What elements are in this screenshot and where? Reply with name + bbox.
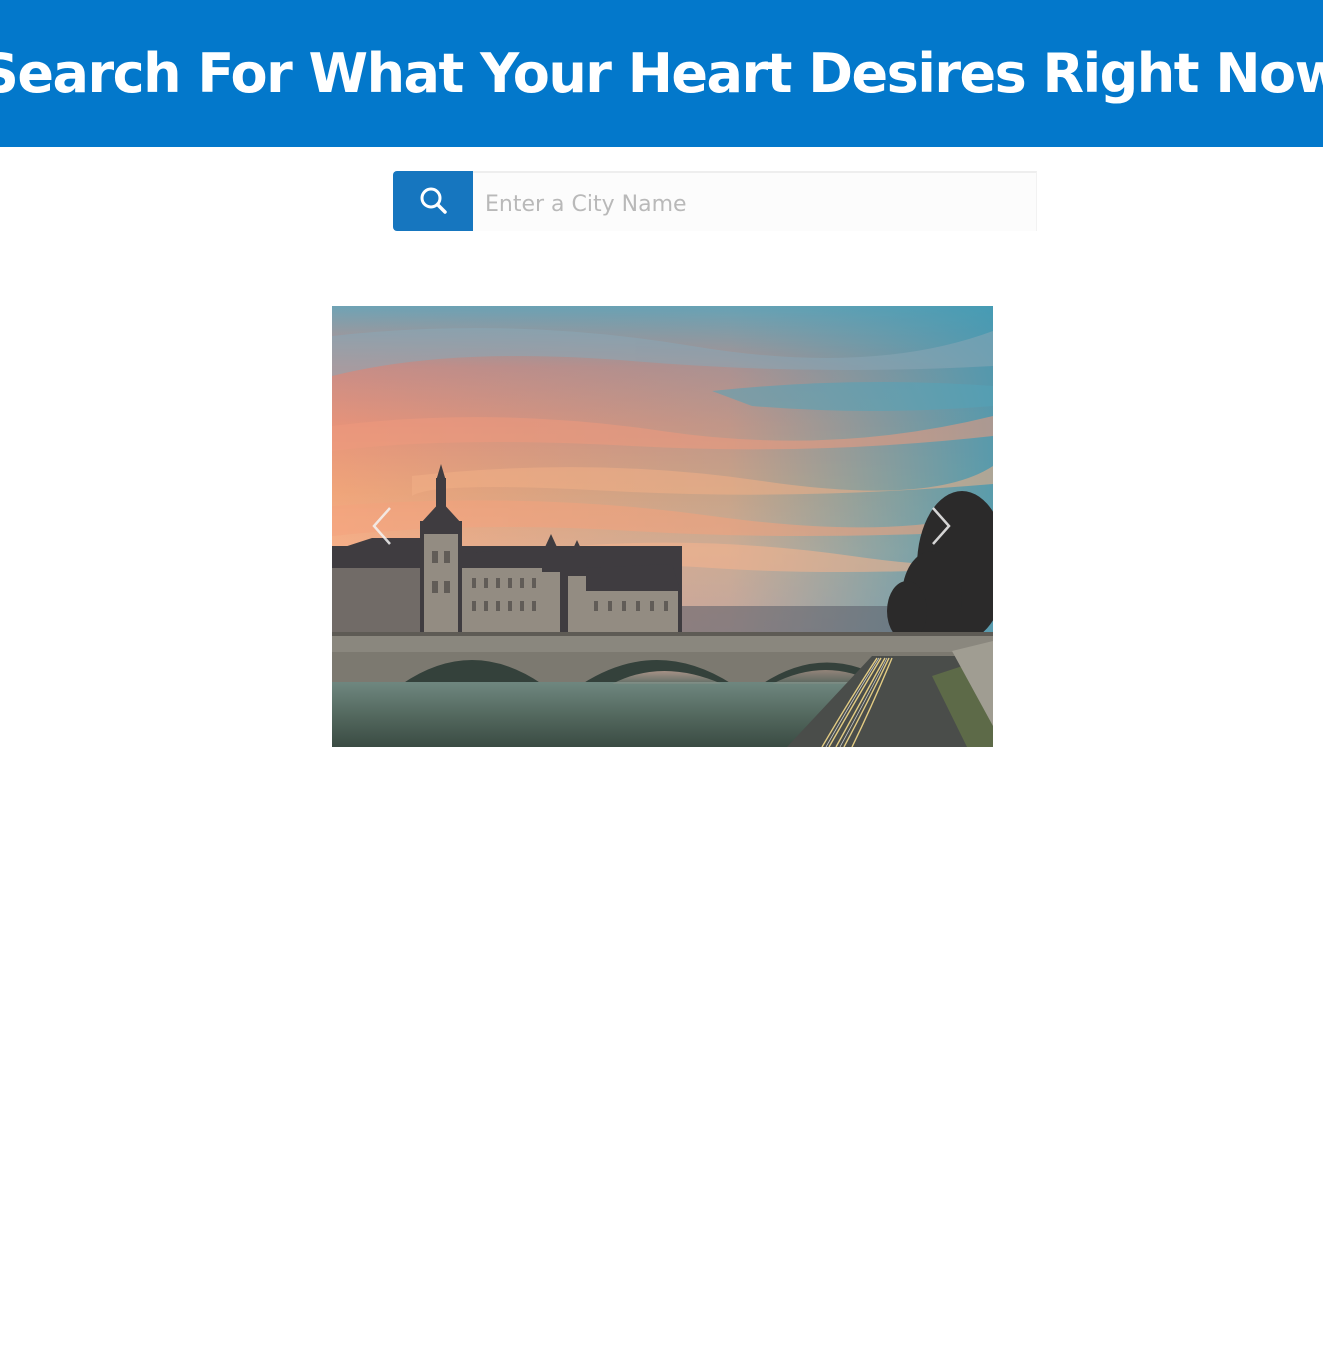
page-header: Search For What Your Heart Desires Right… <box>0 0 1323 147</box>
page-title: Search For What Your Heart Desires Right… <box>0 41 1323 105</box>
search-icon <box>420 187 447 214</box>
carousel-image <box>332 306 993 747</box>
carousel-next-button[interactable] <box>921 500 961 552</box>
search-bar <box>393 171 1037 231</box>
city-search-input[interactable] <box>473 171 1037 231</box>
chevron-right-icon <box>932 507 951 545</box>
carousel-prev-button[interactable] <box>362 500 402 552</box>
chevron-left-icon <box>372 507 391 545</box>
search-button[interactable] <box>393 171 473 231</box>
image-carousel <box>332 306 993 747</box>
